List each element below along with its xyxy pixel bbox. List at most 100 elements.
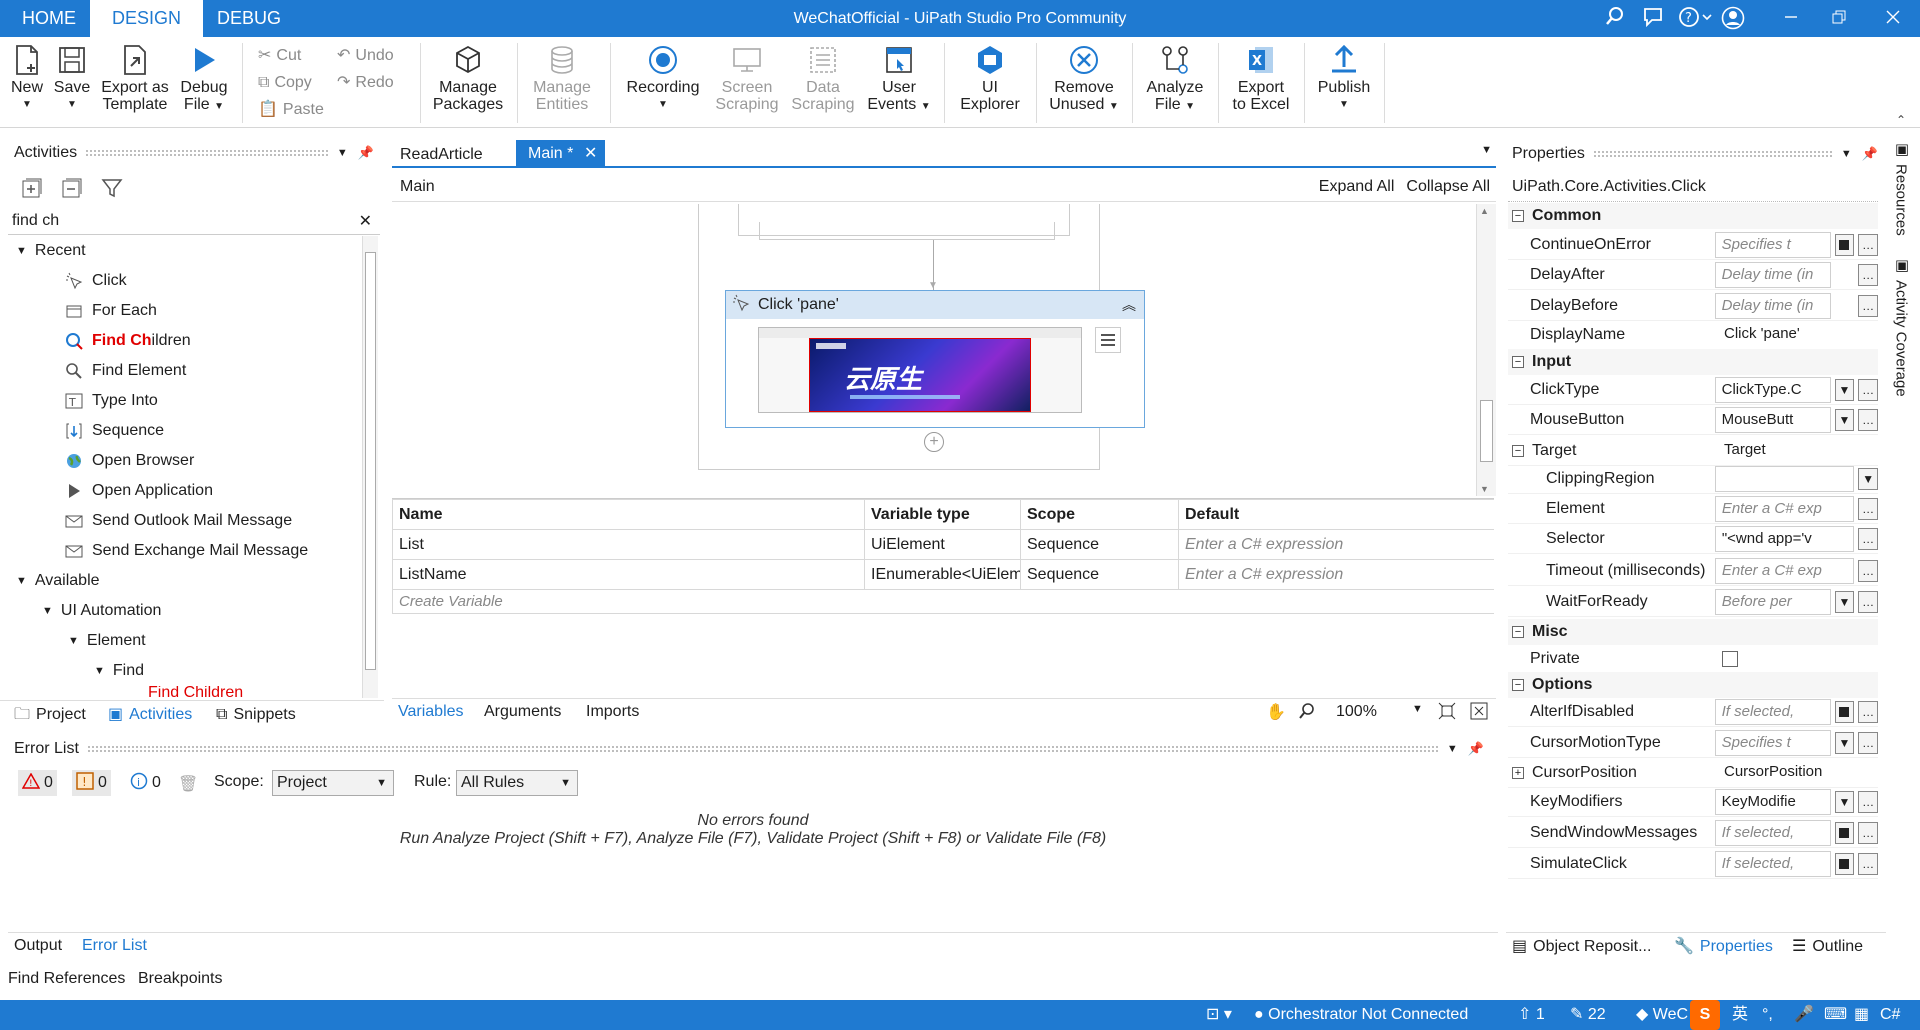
tab-activities[interactable]: ▣ Activities	[108, 702, 192, 728]
table-row[interactable]: List UiElement Sequence Enter a C# expre…	[392, 529, 1494, 560]
ellipsis-button[interactable]: …	[1858, 497, 1878, 520]
property-row[interactable]: DisplayName Click 'pane'	[1508, 320, 1878, 350]
tab-breakpoints[interactable]: Breakpoints	[138, 970, 223, 988]
language-indicator[interactable]: C#	[1880, 1000, 1900, 1030]
zoom-icon[interactable]	[1298, 702, 1316, 725]
ellipsis-button[interactable]: …	[1858, 590, 1878, 613]
variable-toggle-icon[interactable]	[1834, 852, 1855, 875]
tree-group-recent[interactable]: ▼ Recent	[16, 236, 86, 266]
clear-search-icon[interactable]: ✕	[359, 211, 380, 231]
property-row[interactable]: CursorMotionType Specifies t ▼…	[1508, 728, 1878, 758]
variable-toggle-icon[interactable]	[1834, 821, 1855, 844]
search-icon[interactable]	[1602, 6, 1628, 32]
manage-entities-button[interactable]: Manage Entities	[524, 41, 600, 125]
tab-properties[interactable]: 🔧 Properties	[1674, 934, 1773, 960]
tab-design[interactable]: DESIGN	[90, 0, 204, 37]
close-icon[interactable]	[1880, 6, 1906, 32]
dropdown-icon[interactable]: ▼	[1834, 378, 1855, 401]
list-item[interactable]: For Each	[64, 296, 157, 326]
list-item[interactable]: Send Outlook Mail Message	[64, 506, 292, 536]
property-value[interactable]: Enter a C# exp	[1714, 557, 1855, 584]
dropdown-icon[interactable]: ▼	[1834, 590, 1855, 613]
ellipsis-button[interactable]: …	[1858, 263, 1878, 286]
column-header[interactable]: Variable type	[864, 499, 1021, 530]
tab-home[interactable]: HOME	[0, 0, 98, 37]
column-header[interactable]: Scope	[1020, 499, 1179, 530]
collapse-ribbon-icon[interactable]: ⌃	[1896, 113, 1906, 127]
ellipsis-button[interactable]: …	[1858, 700, 1878, 723]
property-row[interactable]: Selector "<wnd app='v…	[1508, 524, 1878, 554]
list-item[interactable]: Open Application	[64, 476, 213, 506]
variable-default-cell[interactable]: Enter a C# expression	[1178, 529, 1494, 560]
tab-main[interactable]: Main * ✕	[516, 140, 606, 168]
collapse-all-icon[interactable]	[60, 176, 84, 200]
tab-resources[interactable]: ▣ Resources	[1892, 140, 1911, 236]
help-icon[interactable]: ?	[1676, 6, 1714, 32]
list-item[interactable]: Find Element	[64, 356, 186, 386]
property-value[interactable]: Enter a C# exp	[1714, 495, 1855, 522]
list-item[interactable]: Click	[64, 266, 127, 296]
section-options[interactable]: − Options	[1508, 672, 1878, 698]
activity-header[interactable]: Click 'pane' ︽	[726, 291, 1144, 319]
list-item[interactable]: Find Children	[64, 326, 191, 356]
property-value[interactable]: MouseButt	[1714, 406, 1831, 433]
ui-explorer-button[interactable]: UI Explorer	[952, 41, 1028, 125]
property-value[interactable]	[1714, 465, 1855, 492]
microphone-icon[interactable]: 🎤	[1794, 1000, 1814, 1030]
tab-outline[interactable]: ☰ Outline	[1792, 934, 1863, 960]
property-row[interactable]: SendWindowMessages If selected,…	[1508, 818, 1878, 848]
list-item[interactable]: Find Children	[148, 686, 243, 698]
screenshot-preview[interactable]: 云原生	[758, 327, 1082, 413]
property-row[interactable]: + CursorPosition CursorPosition	[1508, 758, 1878, 788]
filter-icon[interactable]	[100, 176, 124, 200]
publish-button[interactable]: Publish ▼	[1312, 41, 1376, 125]
options-menu-icon[interactable]	[1095, 327, 1121, 353]
info-filter[interactable]: i0	[126, 770, 165, 796]
keyboard-icon[interactable]: ⌨	[1824, 1000, 1847, 1030]
feedback-icon[interactable]	[1640, 6, 1666, 32]
property-row[interactable]: DelayBefore Delay time (in…	[1508, 291, 1878, 321]
ellipsis-button[interactable]: …	[1858, 408, 1878, 431]
tab-output[interactable]: Output	[14, 937, 62, 955]
activity-search-box[interactable]: find ch ✕	[8, 207, 380, 235]
property-value[interactable]: KeyModifie	[1714, 788, 1831, 815]
tree-group-element[interactable]: ▼ Element	[68, 626, 146, 656]
column-header[interactable]: Name	[392, 499, 865, 530]
list-item[interactable]: Sequence	[64, 416, 164, 446]
debug-file-button[interactable]: Debug File ▼	[178, 41, 230, 125]
property-row[interactable]: WaitForReady Before per ▼…	[1508, 587, 1878, 617]
export-template-button[interactable]: Export as Template	[98, 41, 172, 125]
property-value[interactable]: CursorPosition	[1718, 760, 1836, 786]
property-row[interactable]: ContinueOnError Specifies t…	[1508, 230, 1878, 260]
property-value[interactable]: If selected,	[1714, 819, 1831, 846]
property-row[interactable]: MouseButton MouseButt ▼…	[1508, 405, 1878, 435]
property-value[interactable]: ClickType.C	[1714, 376, 1831, 403]
property-value[interactable]: If selected,	[1714, 698, 1831, 725]
pan-hand-icon[interactable]: ✋	[1266, 702, 1286, 722]
variable-toggle-icon[interactable]	[1834, 700, 1855, 723]
property-row[interactable]: KeyModifiers KeyModifie ▼…	[1508, 787, 1878, 817]
manage-packages-button[interactable]: Manage Packages	[430, 41, 506, 125]
ellipsis-button[interactable]: …	[1858, 731, 1878, 754]
redo-button[interactable]: ↷ Redo	[337, 72, 394, 94]
user-events-button[interactable]: User Events ▼	[866, 41, 932, 125]
private-checkbox[interactable]	[1722, 650, 1738, 667]
panel-toggle-icon[interactable]: ⊡ ▾	[1206, 1000, 1232, 1030]
expand-all-link[interactable]: Expand All	[1319, 178, 1395, 196]
tab-project[interactable]: 🗀 Project	[14, 702, 86, 728]
ellipsis-button[interactable]: …	[1858, 790, 1878, 813]
tabs-dropdown-icon[interactable]: ▼	[1481, 144, 1492, 156]
remove-unused-button[interactable]: Remove Unused ▼	[1044, 41, 1124, 125]
panel-dropdown-icon[interactable]: ▼	[1447, 743, 1458, 755]
property-row[interactable]: − Target Target	[1508, 436, 1878, 466]
collapse-all-link[interactable]: Collapse All	[1406, 178, 1490, 196]
property-row[interactable]: SimulateClick If selected,…	[1508, 849, 1878, 879]
expand-all-icon[interactable]	[20, 176, 44, 200]
pin-icon[interactable]: 📌	[1468, 741, 1484, 757]
tree-group-ui-automation[interactable]: ▼ UI Automation	[42, 596, 161, 626]
variable-type-cell[interactable]: IEnumerable<UiEleme	[864, 559, 1021, 590]
tab-variables[interactable]: Variables	[398, 703, 464, 721]
tree-group-available[interactable]: ▼ Available	[16, 566, 100, 596]
zoom-dropdown-icon[interactable]: ▼	[1412, 703, 1423, 715]
variable-scope-cell[interactable]: Sequence	[1020, 559, 1179, 590]
